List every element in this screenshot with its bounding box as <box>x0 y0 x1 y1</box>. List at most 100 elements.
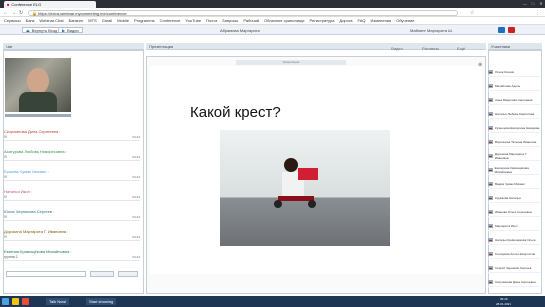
flag-icon <box>488 139 493 144</box>
chat-message: Юлия Черникова Сергеев : !!! 03:24 <box>4 209 140 221</box>
participant-row[interactable]: Сергей Черников Сергеев <box>488 263 540 273</box>
flag-icon <box>488 279 493 284</box>
start-icon[interactable] <box>2 298 9 305</box>
participant-row[interactable]: Наталья Любовь Кириллова <box>488 109 540 119</box>
bookmark[interactable]: Дорога <box>339 18 352 23</box>
chrome-icon[interactable] <box>22 298 29 305</box>
close-icon[interactable]: ✕ <box>538 1 544 6</box>
forward-icon[interactable]: → <box>11 10 16 16</box>
person-face <box>27 68 49 94</box>
participant-row[interactable]: Кузнецова Екатерина Назарова <box>488 123 540 133</box>
video-control[interactable]: Видео <box>390 46 404 54</box>
bookmark[interactable]: Банкинг <box>69 18 84 23</box>
flag-icon <box>488 111 493 116</box>
participant-row[interactable]: Воронцова Татьяна Иваночка <box>488 137 540 147</box>
bookmark[interactable]: YouTube <box>185 18 201 23</box>
more-control[interactable]: Ещё <box>454 46 468 54</box>
browser-tab[interactable]: ■ Conference ELG <box>4 1 96 8</box>
participant-row[interactable]: Огнев Ксения <box>488 67 540 77</box>
bookmark[interactable]: MTS <box>88 18 96 23</box>
menu-icon[interactable]: ⋮ <box>535 10 540 16</box>
bookmark[interactable]: FAQ <box>357 18 365 23</box>
bookmark[interactable]: Обучение <box>396 18 414 23</box>
flag-icon <box>488 69 493 74</box>
flag-icon <box>488 195 493 200</box>
zoom-in-icon[interactable]: ⊕ <box>478 62 482 68</box>
photo-cape <box>298 168 318 180</box>
participant-row[interactable]: Вадим Чумак Михаил <box>488 179 540 189</box>
star-icon[interactable]: ☆ <box>470 10 474 16</box>
bookmark[interactable]: Запросы <box>222 18 238 23</box>
date: 28.01.2021 <box>496 302 512 306</box>
bookmark[interactable]: Gmail <box>102 18 112 23</box>
slide-question: Какой крест? <box>190 104 281 121</box>
explorer-icon[interactable] <box>12 298 19 305</box>
bookmark[interactable]: Регистратура <box>310 18 335 23</box>
flag-icon <box>488 167 493 172</box>
chat-message: Дорокина Маргарита Г. Ивановна : !!! 03:… <box>4 229 140 241</box>
exit-icon: ⏏ <box>26 27 30 33</box>
favicon-icon: ■ <box>7 2 10 7</box>
bookmark[interactable]: Mobile <box>117 18 129 23</box>
stream-label: Трансляция <box>236 60 346 65</box>
bookmarks-bar: Сервисы Банк Webinar.Chat Банкинг MTS Gm… <box>0 17 545 25</box>
settings-icon[interactable] <box>498 27 505 33</box>
lock-icon: 🔒 <box>32 10 37 16</box>
bookmark[interactable]: Облачное хранилище <box>264 18 304 23</box>
bookmark[interactable]: Webinar.Chat <box>39 18 63 23</box>
record-icon[interactable] <box>508 27 515 33</box>
participant-row[interactable]: Кружкова Наталья <box>488 193 540 203</box>
participant-row[interactable]: Наталья Кривощёкова Ольга <box>488 235 540 245</box>
emoji-button[interactable] <box>118 271 138 277</box>
participant-row[interactable]: Маргарита Икол <box>488 221 540 231</box>
reload-icon[interactable]: ↻ <box>19 10 23 16</box>
participant-row[interactable]: Гончарова Алла Новороссов <box>488 249 540 259</box>
bookmark[interactable]: Банк <box>26 18 35 23</box>
bookmark[interactable]: Programms <box>134 18 155 23</box>
flag-icon <box>488 209 493 214</box>
send-button[interactable] <box>90 271 114 277</box>
presenter-name: Абрамова Маргарита <box>220 28 260 33</box>
talk-now-button[interactable]: Talk Now! <box>46 298 70 305</box>
flag-icon <box>488 251 493 256</box>
bookmark[interactable]: Рабочий <box>243 18 259 23</box>
bookmark[interactable]: Изменения <box>370 18 391 23</box>
chat-input[interactable] <box>6 271 86 277</box>
maximize-icon[interactable]: □ <box>530 1 536 6</box>
current-user: Майнинг Маргарита Ш. <box>410 28 453 33</box>
participant-row[interactable]: Анна Марисова Сергеевна <box>488 95 540 105</box>
participant-row[interactable]: Екатерина Кривощёкова Михайловна <box>488 165 540 175</box>
photo-person-head <box>284 158 298 172</box>
participant-row[interactable]: Иванова Ольга Сергеевна <box>488 207 540 217</box>
chat-message: Наталья Икол : !!! 03:24 <box>4 189 140 201</box>
participant-row[interactable]: Михайлова Адель <box>488 81 540 91</box>
slide-photo <box>220 130 390 246</box>
photo-wheel <box>274 200 282 208</box>
participant-row[interactable]: Скоромнова Дина Сергеевна <box>488 277 540 287</box>
flag-icon <box>488 153 493 158</box>
bookmark[interactable]: Сервисы <box>4 18 21 23</box>
flag-icon <box>488 83 493 88</box>
chat-message: Скоромнова Дина Сергеевна : !!! 03:24 <box>4 129 140 141</box>
chat-message: Ахатурова Любовь Новоресовна : !!! 03:24 <box>4 149 140 161</box>
minimize-icon[interactable]: — <box>522 1 528 6</box>
chat-panel-header: Чат <box>3 43 144 50</box>
start-showing-button[interactable]: Start showing <box>86 298 117 305</box>
flag-icon <box>488 97 493 102</box>
bookmark[interactable]: Conference <box>160 18 181 23</box>
flag-icon <box>488 223 493 228</box>
flag-icon <box>488 181 493 186</box>
url-input[interactable]: 🔒 https://extra-webinar.mycomeeting.me/c… <box>28 10 458 16</box>
taskbar <box>0 296 545 307</box>
participant-row[interactable]: Дорокина Маргарита Г. Ивановна <box>488 151 540 161</box>
photo-wheel <box>308 200 316 208</box>
flag-icon <box>488 125 493 130</box>
bookmark[interactable]: Почта <box>206 18 217 23</box>
chat-message: Евгения Кривощёкова Михайловна : группа … <box>4 249 140 261</box>
exit-button[interactable]: ⏏ Вернуть Вход <box>22 27 62 33</box>
chat-message: Ершова Чумак Михаил : !!! 03:24 <box>4 169 140 181</box>
clock: 06:49 <box>500 297 508 301</box>
video-button[interactable]: ▶ Видео <box>58 27 83 33</box>
draw-control[interactable]: Рисовать <box>422 46 439 54</box>
back-icon[interactable]: ← <box>3 10 8 16</box>
